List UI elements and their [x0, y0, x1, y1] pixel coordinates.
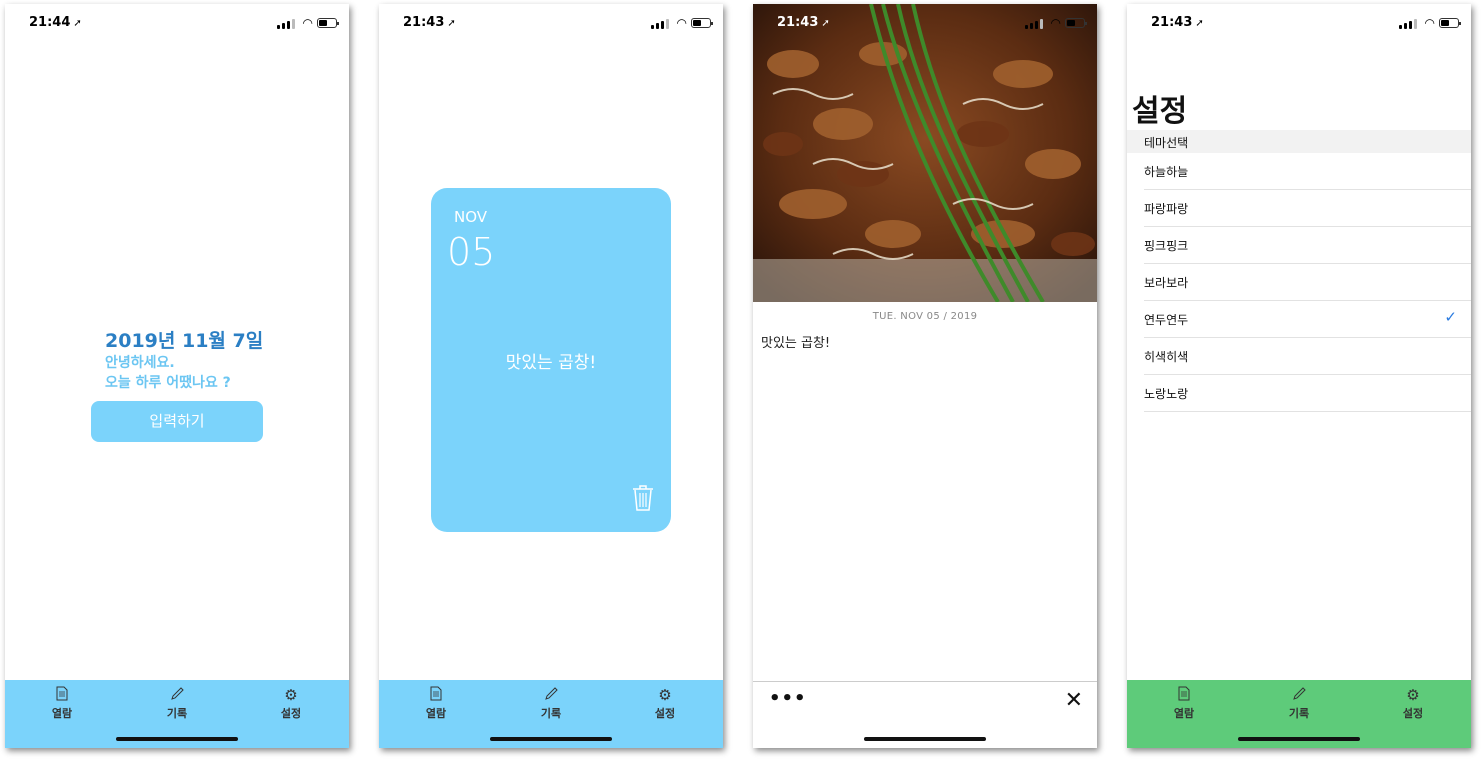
- browse-screen: 21:43 ➚ ◠ NOV 05 맛있는 곱창! 열람 기록 ⚙ 설정: [379, 4, 723, 748]
- theme-list: 하늘하늘 파랑파랑 핑크핑크 보라보라 연두연두 ✓ 히색히색 노랑노랑: [1144, 153, 1471, 412]
- status-bar: 21:43 ➚ ◠: [1127, 4, 1471, 42]
- tab-settings-label: 설정: [1402, 707, 1424, 720]
- gear-icon: ⚙: [284, 686, 298, 704]
- status-bar: 21:44 ➚ ◠: [5, 4, 349, 42]
- status-time: 21:44 ➚: [29, 15, 82, 30]
- signal-icon: [1399, 19, 1417, 29]
- tab-record-label: 기록: [1288, 707, 1310, 720]
- tab-record-label: 기록: [166, 707, 188, 720]
- theme-row-sky[interactable]: 하늘하늘: [1144, 153, 1471, 190]
- tab-settings-label: 설정: [280, 707, 302, 720]
- theme-label: 노랑노랑: [1144, 387, 1189, 401]
- theme-row-yellow[interactable]: 노랑노랑: [1144, 375, 1471, 412]
- document-icon: [27, 686, 97, 704]
- home-indicator[interactable]: [1238, 737, 1360, 741]
- battery-icon: [317, 18, 339, 28]
- tab-bar: 열람 기록 ⚙ 설정: [5, 680, 349, 748]
- checkmark-icon: ✓: [1444, 308, 1457, 326]
- home-indicator[interactable]: [864, 737, 986, 741]
- card-day: 05: [447, 230, 496, 274]
- document-icon: [401, 686, 471, 704]
- wifi-icon: ◠: [1050, 16, 1061, 30]
- tab-settings[interactable]: ⚙ 설정: [1378, 686, 1448, 721]
- status-bar: 21:43 ➚ ◠: [753, 4, 1097, 42]
- tab-browse-label: 열람: [425, 707, 447, 720]
- theme-label: 보라보라: [1144, 276, 1189, 290]
- tab-bar: 열람 기록 ⚙ 설정: [379, 680, 723, 748]
- tab-browse[interactable]: 열람: [27, 686, 97, 721]
- tab-settings-label: 설정: [654, 707, 676, 720]
- pencil-icon: [142, 686, 212, 704]
- entry-text: 맛있는 곱창!: [761, 336, 831, 351]
- tab-settings[interactable]: ⚙ 설정: [630, 686, 700, 721]
- more-icon[interactable]: •••: [769, 688, 807, 709]
- today-date: 2019년 11월 7일: [105, 330, 264, 352]
- gear-icon: ⚙: [658, 686, 672, 704]
- card-text: 맛있는 곱창!: [505, 353, 597, 373]
- theme-row-green[interactable]: 연두연두 ✓: [1144, 301, 1471, 338]
- tab-record[interactable]: 기록: [1264, 686, 1334, 721]
- battery-icon: [691, 18, 713, 28]
- trash-icon[interactable]: [631, 484, 655, 516]
- wifi-icon: ◠: [676, 16, 687, 30]
- status-time: 21:43 ➚: [403, 15, 456, 30]
- detail-toolbar: ••• ✕: [753, 681, 1097, 748]
- card-month: NOV: [454, 208, 488, 226]
- food-photo: [753, 4, 1097, 302]
- home-indicator[interactable]: [490, 737, 612, 741]
- gear-icon: ⚙: [1406, 686, 1420, 704]
- tab-browse-label: 열람: [1173, 707, 1195, 720]
- tab-browse[interactable]: 열람: [401, 686, 471, 721]
- pencil-icon: [516, 686, 586, 704]
- signal-icon: [651, 19, 669, 29]
- theme-row-blue[interactable]: 파랑파랑: [1144, 190, 1471, 227]
- pencil-icon: [1264, 686, 1334, 704]
- theme-label: 연두연두: [1144, 313, 1189, 327]
- section-header: 테마선택: [1127, 130, 1471, 153]
- detail-screen: 21:43 ➚ ◠ TUE. NOV 05 / 2019 맛있는 곱창! ••• …: [753, 4, 1097, 748]
- settings-screen: 21:43 ➚ ◠ 설정 테마선택 하늘하늘 파랑파랑 핑크핑크 보라보라 연두연…: [1127, 4, 1471, 748]
- tab-browse-label: 열람: [51, 707, 73, 720]
- theme-row-white[interactable]: 히색히색: [1144, 338, 1471, 375]
- signal-icon: [1025, 19, 1043, 29]
- tab-record[interactable]: 기록: [516, 686, 586, 721]
- tab-record-label: 기록: [540, 707, 562, 720]
- diary-card[interactable]: NOV 05 맛있는 곱창!: [431, 188, 671, 532]
- theme-label: 핑크핑크: [1144, 239, 1189, 253]
- theme-row-purple[interactable]: 보라보라: [1144, 264, 1471, 301]
- tab-bar: 열람 기록 ⚙ 설정: [1127, 680, 1471, 748]
- home-screen: 21:44 ➚ ◠ 2019년 11월 7일 안녕하세요. 오늘 하루 어땠나요 …: [5, 4, 349, 748]
- section-header-label: 테마선택: [1144, 136, 1189, 150]
- entry-date: TUE. NOV 05 / 2019: [872, 311, 978, 322]
- signal-icon: [277, 19, 295, 29]
- tab-record[interactable]: 기록: [142, 686, 212, 721]
- theme-row-pink[interactable]: 핑크핑크: [1144, 227, 1471, 264]
- status-time: 21:43 ➚: [1151, 15, 1204, 30]
- home-indicator[interactable]: [116, 737, 238, 741]
- wifi-icon: ◠: [302, 16, 313, 30]
- enter-button[interactable]: 입력하기: [91, 401, 263, 442]
- theme-label: 히색히색: [1144, 350, 1189, 364]
- greeting-line-2: 오늘 하루 어땠나요 ?: [105, 375, 231, 391]
- wifi-icon: ◠: [1424, 16, 1435, 30]
- status-bar: 21:43 ➚ ◠: [379, 4, 723, 42]
- theme-label: 파랑파랑: [1144, 202, 1189, 216]
- theme-label: 하늘하늘: [1144, 165, 1189, 179]
- greeting-block: 2019년 11월 7일 안녕하세요. 오늘 하루 어땠나요 ?: [105, 326, 263, 393]
- status-time: 21:43 ➚: [777, 15, 830, 30]
- greeting-line-1: 안녕하세요.: [105, 355, 175, 371]
- page-title: 설정: [1132, 94, 1188, 129]
- tab-browse[interactable]: 열람: [1149, 686, 1219, 721]
- close-icon[interactable]: ✕: [1065, 690, 1083, 712]
- document-icon: [1149, 686, 1219, 704]
- battery-icon: [1439, 18, 1461, 28]
- tab-settings[interactable]: ⚙ 설정: [256, 686, 326, 721]
- battery-icon: [1065, 18, 1087, 28]
